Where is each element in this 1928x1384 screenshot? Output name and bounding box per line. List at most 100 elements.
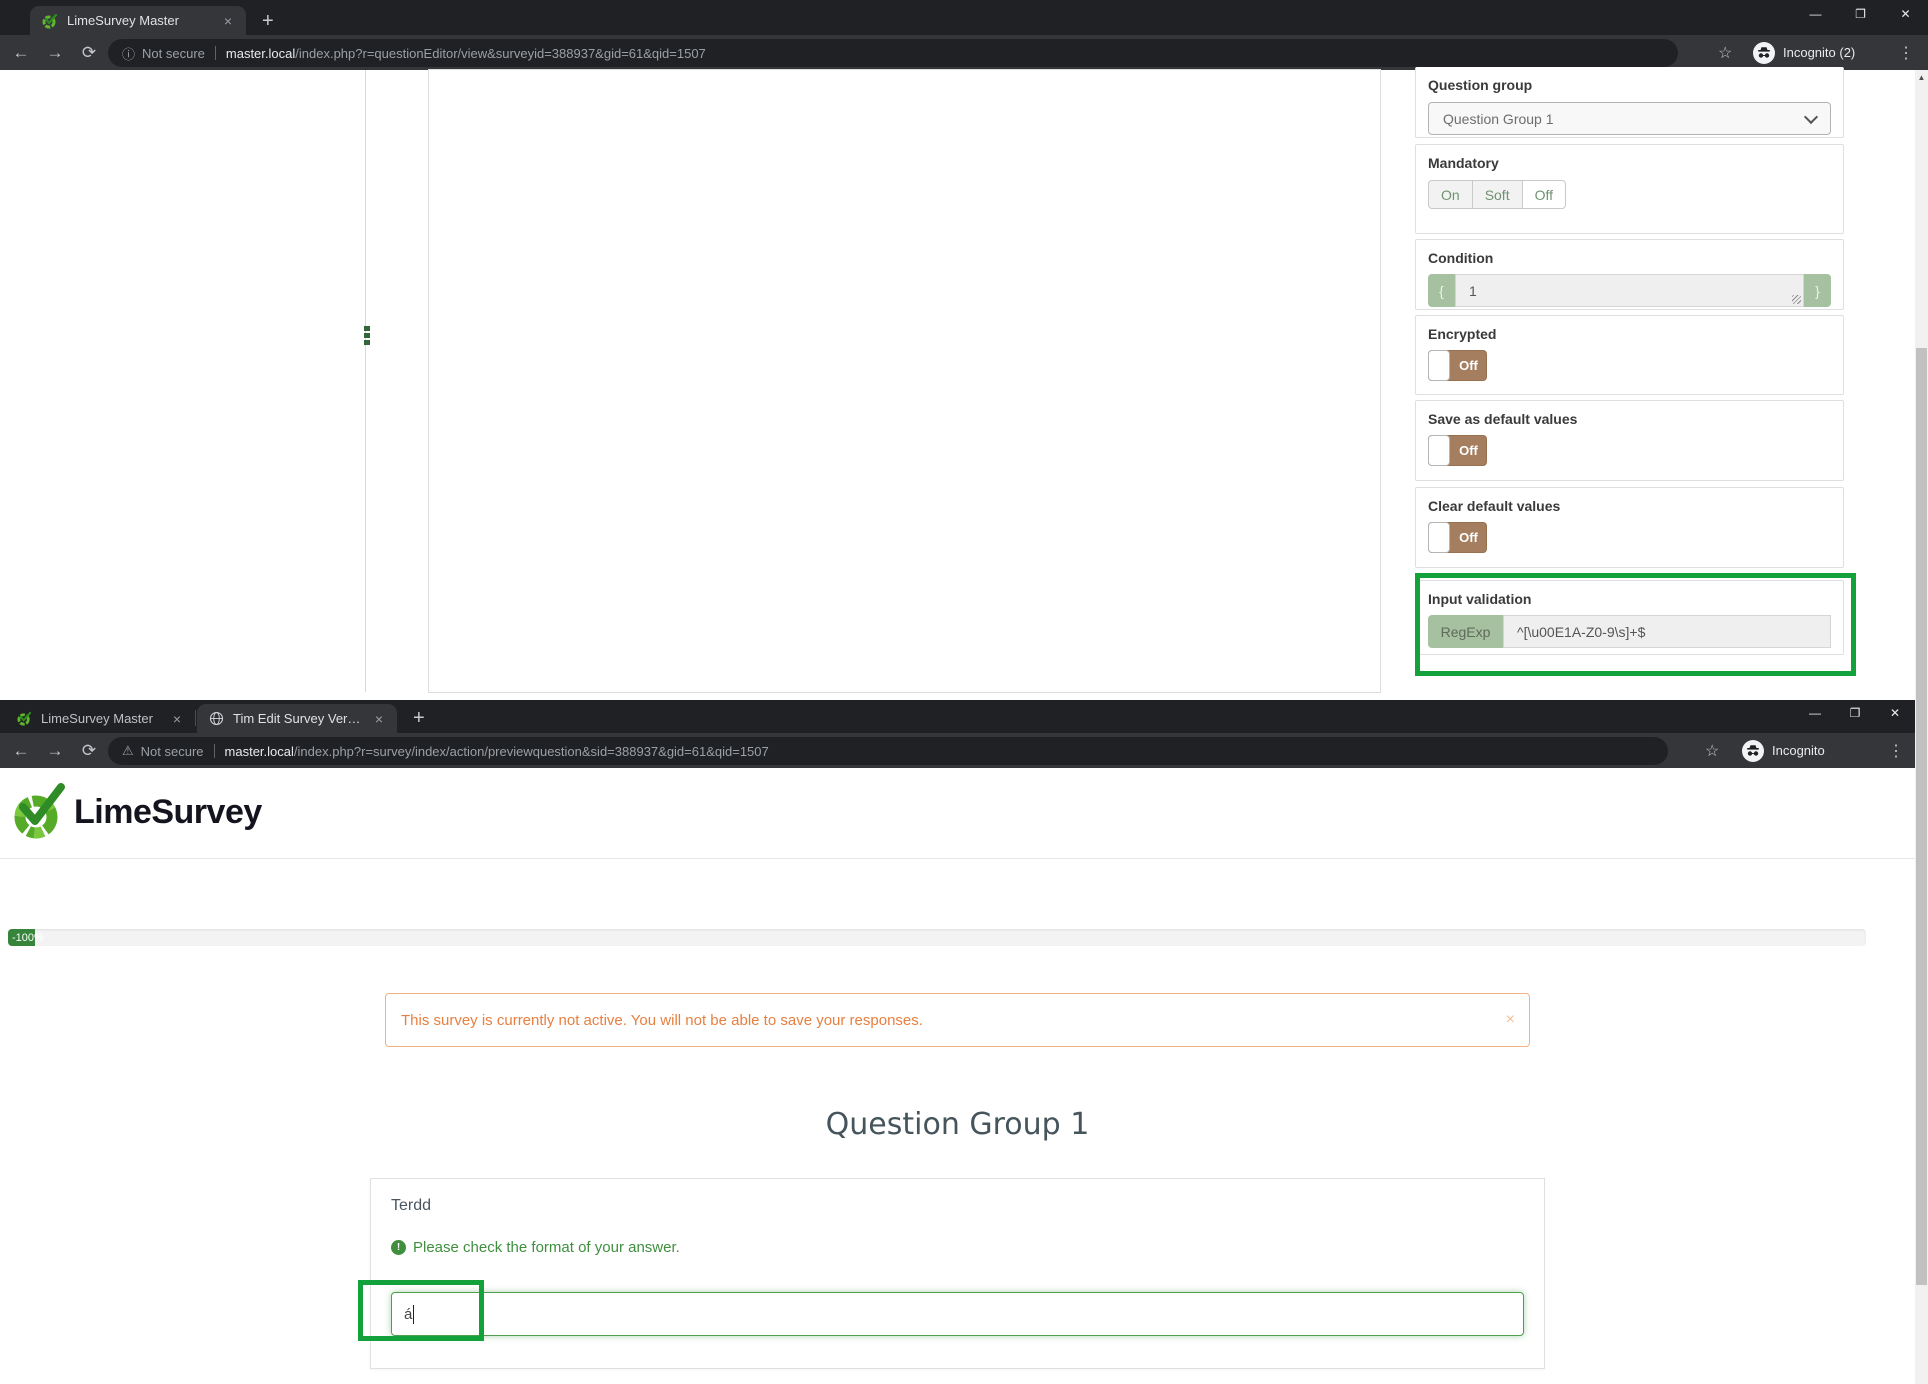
toggle-knob: [1428, 522, 1450, 553]
question-text: Terdd: [391, 1197, 431, 1215]
survey-preview-page: LimeSurvey -100% This survey is currentl…: [0, 768, 1915, 1384]
question-edit-panel: [428, 69, 1381, 693]
question-group-label: Question group: [1428, 77, 1831, 93]
condition-value: 1: [1469, 283, 1477, 299]
tab-title: Tim Edit Survey Verification: [233, 711, 363, 726]
bookmark-star-icon[interactable]: ☆: [1705, 741, 1719, 761]
mandatory-soft-button[interactable]: Soft: [1472, 180, 1523, 209]
question-group-select[interactable]: Question Group 1: [1428, 102, 1831, 135]
vertical-scrollbar[interactable]: ▲: [1915, 70, 1928, 1384]
incognito-icon: [1742, 740, 1764, 762]
mandatory-card: Mandatory On Soft Off: [1415, 144, 1844, 234]
input-validation-label: Input validation: [1428, 591, 1831, 607]
restore-button[interactable]: ❐: [1835, 700, 1875, 726]
answer-value: á: [404, 1306, 412, 1323]
question-container: Terdd ! Please check the format of your …: [370, 1178, 1545, 1369]
survey-progress-bar: -100%: [8, 929, 1866, 946]
validation-tip-text: Please check the format of your answer.: [413, 1239, 680, 1256]
question-editor-content: Question group Question Group 1 Mandator…: [0, 70, 1928, 700]
incognito-label: Incognito: [1772, 743, 1825, 758]
incognito-icon: [1753, 42, 1775, 64]
regexp-input[interactable]: ^[\u00E1A-Z0-9\s]+$: [1503, 615, 1831, 648]
tab-divider: [195, 710, 196, 726]
regexp-value: ^[\u00E1A-Z0-9\s]+$: [1517, 624, 1645, 640]
browser-toolbar: ← → ⟳ ⓘ Not secure master.local /index.p…: [0, 35, 1928, 70]
security-label: Not secure: [142, 46, 205, 61]
window-controls: — ❐ ✕: [1795, 700, 1915, 726]
new-tab-button[interactable]: +: [413, 707, 425, 730]
address-bar[interactable]: ⚠ Not secure master.local /index.php?r=s…: [108, 737, 1668, 765]
tab-title: LimeSurvey Master: [41, 711, 161, 726]
restore-button[interactable]: ❐: [1838, 0, 1883, 27]
scroll-up-icon[interactable]: ▲: [1915, 73, 1928, 82]
encrypted-label: Encrypted: [1428, 326, 1831, 342]
close-button[interactable]: ✕: [1883, 0, 1928, 27]
question-group-value: Question Group 1: [1443, 111, 1554, 127]
encrypted-toggle-value: Off: [1451, 351, 1486, 380]
brand-name: LimeSurvey: [74, 793, 262, 832]
minimize-button[interactable]: —: [1795, 700, 1835, 726]
bottom-browser-window: LimeSurvey Master × Tim Edit Survey Veri…: [0, 700, 1915, 1384]
encrypted-card: Encrypted Off: [1415, 315, 1844, 395]
security-label: Not secure: [141, 744, 204, 759]
tab-survey-preview[interactable]: Tim Edit Survey Verification ×: [197, 704, 397, 733]
minimize-button[interactable]: —: [1793, 0, 1838, 27]
toggle-knob: [1428, 350, 1450, 381]
back-icon[interactable]: ←: [8, 741, 34, 761]
condition-card: Condition { 1 }: [1415, 239, 1844, 310]
condition-label: Condition: [1428, 250, 1831, 266]
tab-strip: LimeSurvey Master × Tim Edit Survey Veri…: [0, 700, 1915, 733]
back-icon[interactable]: ←: [8, 43, 34, 63]
url-separator: [215, 46, 216, 60]
tab-close-icon[interactable]: ×: [220, 13, 236, 29]
bookmark-star-icon[interactable]: ☆: [1718, 43, 1732, 63]
new-tab-button[interactable]: +: [262, 10, 274, 33]
browser-menu-icon[interactable]: ⋮: [1888, 741, 1904, 761]
question-group-card: Question group Question Group 1: [1415, 67, 1844, 138]
text-caret: [413, 1305, 414, 1324]
pane-divider: [365, 70, 366, 692]
save-default-toggle[interactable]: Off: [1428, 435, 1487, 466]
forward-icon[interactable]: →: [42, 43, 68, 63]
alert-close-icon[interactable]: ×: [1506, 1011, 1515, 1029]
url-host: master.local: [226, 46, 295, 61]
mandatory-label: Mandatory: [1428, 155, 1831, 171]
limesurvey-logo[interactable]: LimeSurvey: [10, 781, 262, 843]
mandatory-off-button[interactable]: Off: [1522, 180, 1566, 209]
regexp-addon: RegExp: [1428, 615, 1503, 648]
scrollbar-thumb[interactable]: [1916, 348, 1927, 1285]
limesurvey-favicon-icon: [42, 13, 58, 29]
tab-title: LimeSurvey Master: [67, 13, 212, 28]
tab-close-icon[interactable]: ×: [169, 711, 185, 727]
warning-icon[interactable]: ⚠: [122, 743, 134, 759]
toggle-knob: [1428, 435, 1450, 466]
info-icon[interactable]: ⓘ: [122, 44, 135, 63]
alert-text: This survey is currently not active. You…: [401, 994, 923, 1046]
tab-limesurvey-master[interactable]: LimeSurvey Master ×: [5, 704, 195, 733]
reload-icon[interactable]: ⟳: [76, 43, 102, 63]
forward-icon[interactable]: →: [42, 741, 68, 761]
window-controls: — ❐ ✕: [1793, 0, 1928, 27]
url-path: /index.php?r=questionEditor/view&surveyi…: [295, 46, 706, 61]
tab-limesurvey-master[interactable]: LimeSurvey Master ×: [30, 6, 246, 35]
condition-close-brace: }: [1804, 274, 1831, 307]
tab-close-icon[interactable]: ×: [371, 711, 387, 727]
chevron-down-icon: [1804, 110, 1818, 124]
browser-menu-icon[interactable]: ⋮: [1898, 43, 1914, 63]
mandatory-on-button[interactable]: On: [1428, 180, 1473, 209]
url-path: /index.php?r=survey/index/action/preview…: [294, 744, 769, 759]
incognito-badge: Incognito: [1742, 736, 1825, 765]
progress-label: -100%: [12, 929, 44, 946]
pane-resize-handle[interactable]: [364, 326, 370, 345]
clear-default-card: Clear default values Off: [1415, 487, 1844, 568]
encrypted-toggle[interactable]: Off: [1428, 350, 1487, 381]
resize-handle-icon[interactable]: [1792, 295, 1801, 304]
clear-default-toggle[interactable]: Off: [1428, 522, 1487, 553]
address-bar[interactable]: ⓘ Not secure master.local /index.php?r=q…: [108, 39, 1678, 67]
url-separator: [214, 744, 215, 758]
close-button[interactable]: ✕: [1875, 700, 1915, 726]
input-validation-card: Input validation RegExp ^[\u00E1A-Z0-9\s…: [1415, 580, 1844, 655]
reload-icon[interactable]: ⟳: [76, 741, 102, 761]
condition-input[interactable]: 1: [1455, 274, 1804, 307]
answer-input[interactable]: á: [391, 1292, 1524, 1336]
